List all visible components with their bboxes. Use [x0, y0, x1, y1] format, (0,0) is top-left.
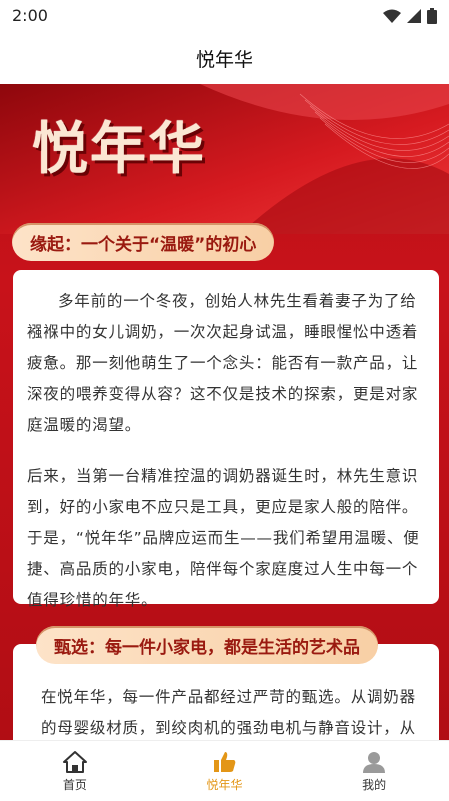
story-card: 多年前的一个冬夜，创始人林先生看着妻子为了给襁褓中的女儿调奶，一次次起身试温，睡…	[13, 270, 439, 609]
home-icon	[62, 750, 87, 773]
thumbs-up-icon	[213, 751, 235, 772]
tab-profile-label: 我的	[362, 777, 387, 792]
signal-icon	[407, 9, 421, 23]
bottom-tab-bar: 首页 悦年华 我的	[0, 740, 449, 801]
tab-profile[interactable]: 我的	[299, 741, 449, 801]
story-paragraph-1: 多年前的一个冬夜，创始人林先生看着妻子为了给襁褓中的女儿调奶，一次次起身试温，睡…	[27, 292, 419, 434]
wifi-icon	[383, 9, 401, 23]
user-icon	[363, 751, 386, 773]
main-content[interactable]: 悦年华 缘起：一个关于“温暖”的初心 多年前的一个冬夜，创始人林先生看着妻子为了…	[0, 84, 449, 740]
tab-yuenianhua[interactable]: 悦年华	[150, 741, 300, 801]
status-time: 2:00	[12, 6, 48, 25]
section-title-selection: 甄选：每一件小家电，都是生活的艺术品	[36, 626, 378, 664]
battery-icon	[427, 8, 437, 24]
brand-logo-text: 悦年华	[32, 117, 206, 182]
selection-paragraph-1: 在悦年华，每一件产品都经过严苛的甄选。从调奶器的母婴级材质，到绞肉机的强劲电机与…	[41, 688, 416, 737]
tab-home[interactable]: 首页	[0, 741, 150, 801]
page-title: 悦年华	[195, 48, 253, 71]
section-title-origin: 缘起：一个关于“温暖”的初心	[12, 223, 275, 261]
app-header: 悦年华	[0, 32, 449, 84]
status-bar: 2:00	[0, 0, 449, 32]
status-icons	[383, 8, 437, 24]
tab-home-label: 首页	[62, 777, 87, 792]
tab-yuenianhua-label: 悦年华	[206, 777, 243, 792]
story-paragraph-2: 后来，当第一台精准控温的调奶器诞生时，林先生意识到，好的小家电不应只是工具，更应…	[27, 467, 420, 609]
